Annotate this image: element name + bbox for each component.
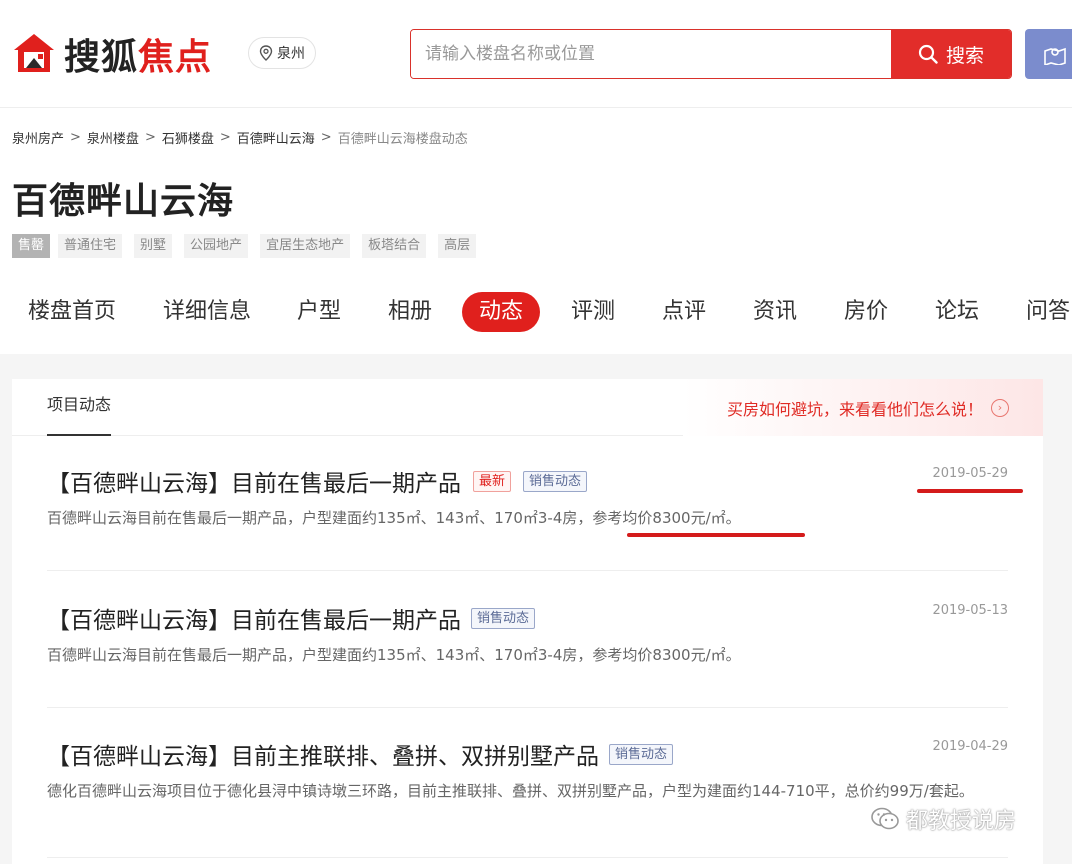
new-badge: 最新 [473, 470, 512, 492]
project-tag: 别墅 [134, 234, 173, 258]
news-desc-price: 参考均价8300元/㎡。 [592, 509, 741, 527]
nav-tab-review[interactable]: 评测 [571, 292, 615, 332]
wechat-watermark: 都教授说房 [870, 803, 1016, 835]
logo-text-sohu: 搜狐 [64, 37, 139, 78]
map-pin-icon [1044, 47, 1066, 65]
divider [47, 570, 1008, 571]
logo-text-focus: 焦点 [138, 37, 213, 78]
news-title-row: 【百德畔山云海】目前在售最后一期产品 销售动态 [47, 601, 536, 635]
nav-tab-details[interactable]: 详细信息 [163, 292, 251, 332]
project-tag: 宜居生态地产 [260, 234, 351, 258]
chevron-right-icon: › [991, 398, 1009, 417]
news-description: 百德畔山云海目前在售最后一期产品，户型建面约135㎡、143㎡、170㎡3-4房… [47, 643, 1008, 667]
news-desc-main: 百德畔山云海目前在售最后一期产品，户型建面约135㎡、143㎡、170㎡3-4房… [47, 509, 593, 527]
nav-tab-info[interactable]: 资讯 [753, 292, 797, 332]
nav-tab-album[interactable]: 相册 [388, 292, 432, 332]
breadcrumb-separator: > [219, 130, 231, 145]
breadcrumb-item[interactable]: 石狮楼盘 [162, 128, 214, 147]
breadcrumb-item[interactable]: 百德畔山云海 [237, 128, 315, 147]
status-badge: 售罄 [12, 234, 51, 258]
site-header: 搜狐焦点 泉州 搜索 [0, 0, 1072, 108]
news-date: 2019-05-13 [932, 603, 1008, 618]
breadcrumb-current: 百德畔山云海楼盘动态 [337, 132, 468, 147]
news-description: 百德畔山云海目前在售最后一期产品，户型建面约135㎡、143㎡、170㎡3-4房… [47, 506, 1008, 530]
search-icon [918, 44, 938, 64]
news-date: 2019-04-29 [932, 739, 1008, 754]
news-panel: 项目动态 买房如何避坑，来看看他们怎么说！ › 【百德畔山云海】目前在售最后一期… [12, 379, 1043, 864]
logo-wordmark: 搜狐焦点 [64, 28, 212, 80]
news-title[interactable]: 【百德畔山云海】目前在售最后一期产品 [47, 601, 461, 635]
project-tag: 板塔结合 [362, 234, 427, 258]
news-desc-main: 百德畔山云海目前在售最后一期产品，户型建面约135㎡、143㎡、170㎡3-4房… [47, 646, 593, 664]
watermark-text: 都教授说房 [906, 809, 1017, 834]
news-description: 德化百德畔山云海项目位于德化县浔中镇诗墩三环路，目前主推联排、叠拼、双拼别墅产品… [47, 779, 1008, 803]
news-date: 2019-05-29 [932, 466, 1008, 481]
nav-tab-qa[interactable]: 问答 [1026, 292, 1070, 332]
breadcrumb-separator: > [70, 130, 81, 145]
nav-tab-price[interactable]: 房价 [844, 292, 888, 332]
panel-header: 项目动态 买房如何避坑，来看看他们怎么说！ › [12, 379, 1043, 436]
news-title-row: 【百德畔山云海】目前主推联排、叠拼、双拼别墅产品 销售动态 [47, 737, 674, 771]
nav-tab-floorplans[interactable]: 户型 [297, 292, 341, 332]
breadcrumb: 泉州房产 > 泉州楼盘 > 石狮楼盘 > 百德畔山云海 > 百德畔山云海楼盘动态 [12, 128, 468, 147]
news-desc-price: 参考均价8300元/㎡。 [592, 646, 741, 664]
city-name: 泉州 [277, 46, 305, 62]
news-desc-main: 德化百德畔山云海项目位于德化县浔中镇诗墩三环路，目前主推联排、叠拼、双拼别墅产品… [47, 782, 974, 800]
divider [47, 707, 1008, 708]
category-badge: 销售动态 [609, 743, 674, 765]
project-tags: 售罄 普通住宅 别墅 公园地产 宜居生态地产 板塔结合 高层 [12, 234, 488, 258]
nav-tab-news[interactable]: 动态 [462, 292, 541, 332]
nav-tab-comments[interactable]: 点评 [662, 292, 706, 332]
date-highlight-underline [917, 489, 1023, 493]
nav-tab-home[interactable]: 楼盘首页 [28, 292, 116, 332]
breadcrumb-item[interactable]: 泉州楼盘 [87, 128, 139, 147]
search-button-label: 搜索 [945, 44, 984, 67]
project-nav: 楼盘首页 详细信息 户型 相册 动态 评测 点评 资讯 房价 论坛 问答 [0, 292, 1072, 332]
search-input[interactable] [411, 30, 891, 78]
project-tag: 高层 [438, 234, 477, 258]
tab-project-news[interactable]: 项目动态 [47, 379, 112, 436]
news-title[interactable]: 【百德畔山云海】目前主推联排、叠拼、双拼别墅产品 [47, 737, 599, 771]
house-logo-icon [12, 32, 56, 76]
price-highlight-underline [627, 533, 805, 537]
breadcrumb-separator: > [320, 130, 332, 145]
search-button[interactable]: 搜索 [891, 30, 1011, 78]
search-bar: 搜索 [410, 29, 1012, 79]
wechat-icon [871, 807, 899, 830]
category-badge: 销售动态 [471, 607, 536, 629]
project-title: 百德畔山云海 [12, 181, 235, 222]
breadcrumb-item[interactable]: 泉州房产 [12, 128, 64, 147]
breadcrumb-separator: > [144, 130, 156, 145]
map-search-button[interactable] [1025, 29, 1072, 79]
promo-text: 买房如何避坑，来看看他们怎么说！ [726, 399, 983, 419]
sohu-focus-logo[interactable]: 搜狐焦点 [12, 30, 212, 78]
category-badge: 销售动态 [523, 470, 588, 492]
nav-tab-forum[interactable]: 论坛 [935, 292, 979, 332]
project-tag: 普通住宅 [58, 234, 123, 258]
divider [47, 857, 1008, 858]
news-title[interactable]: 【百德畔山云海】目前在售最后一期产品 [47, 464, 461, 498]
project-tag: 公园地产 [184, 234, 249, 258]
city-selector[interactable]: 泉州 [248, 37, 316, 69]
location-pin-icon [259, 45, 273, 61]
promo-link[interactable]: 买房如何避坑，来看看他们怎么说！ › [683, 379, 1043, 436]
news-title-row: 【百德畔山云海】目前在售最后一期产品 最新 销售动态 [47, 464, 588, 498]
